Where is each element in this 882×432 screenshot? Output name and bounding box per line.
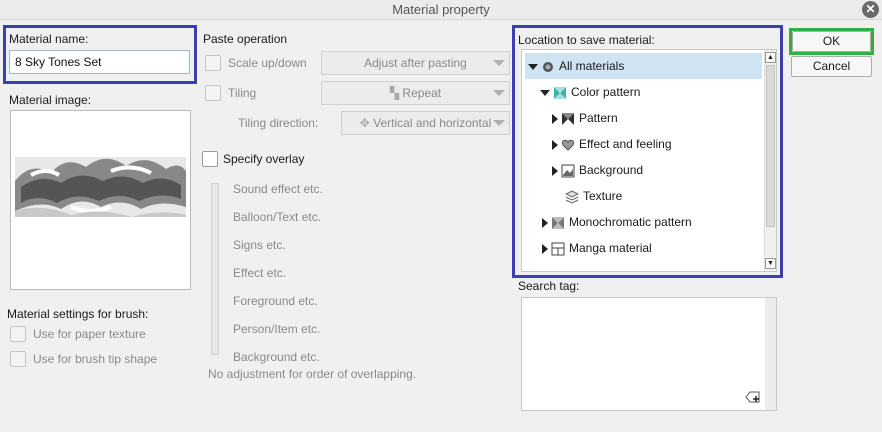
texture-icon: [562, 189, 583, 204]
brush-settings-label: Material settings for brush:: [7, 307, 149, 321]
location-tree[interactable]: All materials Color pattern Pattern Effect …: [521, 49, 777, 272]
add-tag-icon[interactable]: [744, 390, 762, 404]
overlay-item: Sound effect etc.: [233, 182, 323, 196]
expand-down-icon[interactable]: [540, 89, 550, 96]
tiling-direction-dropdown[interactable]: ✥ Vertical and horizontal: [341, 111, 510, 135]
tree-item[interactable]: Monochromatic pattern: [522, 209, 762, 235]
direction-icon: ✥: [359, 116, 374, 130]
scroll-up-button[interactable]: ▲: [765, 52, 776, 63]
expand-down-icon[interactable]: [528, 63, 538, 70]
tree-item-label: Color pattern: [571, 85, 641, 99]
search-tag-label: Search tag:: [518, 279, 580, 293]
tree-item[interactable]: Background: [522, 157, 762, 183]
scale-label: Scale up/down: [228, 56, 307, 70]
overlay-item: Person/Item etc.: [233, 322, 321, 336]
background-icon: [558, 163, 579, 178]
scale-dropdown[interactable]: Adjust after pasting: [321, 51, 510, 75]
scale-checkbox[interactable]: [205, 55, 221, 71]
repeat-icon: ▚: [389, 86, 403, 100]
overlay-slider-track[interactable]: [211, 183, 219, 355]
scroll-thumb[interactable]: [766, 65, 775, 227]
paper-texture-label: Use for paper texture: [33, 327, 146, 341]
tree-item[interactable]: All materials: [525, 53, 762, 79]
material-image-preview: [10, 110, 191, 290]
overlay-item: Effect etc.: [233, 266, 287, 280]
chevron-down-icon: [493, 90, 505, 96]
heart-icon: [558, 137, 579, 151]
paper-texture-checkbox[interactable]: [10, 326, 26, 342]
monochromatic-icon: [548, 215, 569, 229]
chevron-down-icon: [493, 120, 505, 126]
tree-item[interactable]: Color pattern: [522, 79, 762, 105]
tree-item[interactable]: Effect and feeling: [522, 131, 762, 157]
overlay-item: Foreground etc.: [233, 294, 318, 308]
tree-item[interactable]: Manga material: [522, 235, 762, 261]
window-title: Material property: [392, 2, 490, 17]
tiling-direction-label: Tiling direction:: [238, 116, 319, 130]
chevron-down-icon: [493, 60, 505, 66]
material-image-label: Material image:: [9, 93, 92, 107]
scroll-down-button[interactable]: ▼: [765, 258, 776, 269]
material-name-input[interactable]: [9, 50, 190, 74]
close-icon: ✕: [865, 2, 876, 16]
overlay-item: Balloon/Text etc.: [233, 210, 322, 224]
tiling-direction-value: Vertical and horizontal: [373, 116, 492, 130]
tree-item-label: Texture: [583, 189, 623, 203]
brush-tip-checkbox[interactable]: [10, 351, 26, 367]
overlay-item: Signs etc.: [233, 238, 286, 252]
brush-tip-label: Use for brush tip shape: [33, 352, 158, 366]
tree-item-label: Manga material: [569, 241, 652, 255]
tree-item-label: All materials: [559, 59, 625, 73]
tag-scrollbar[interactable]: [765, 298, 776, 410]
all-materials-icon: [538, 59, 559, 73]
overlay-item: Background etc.: [233, 350, 320, 364]
ok-button[interactable]: OK: [792, 31, 871, 52]
specify-overlay-checkbox[interactable]: [202, 151, 218, 167]
specify-overlay-label: Specify overlay: [223, 152, 305, 166]
manga-icon: [548, 241, 569, 256]
search-tag-box[interactable]: [521, 297, 777, 411]
scale-dropdown-value: Adjust after pasting: [364, 56, 467, 70]
pattern-icon: [558, 111, 579, 125]
tree-item[interactable]: Texture: [522, 183, 762, 209]
tiling-label: Tiling: [228, 86, 257, 100]
tree-item-label: Background: [579, 163, 644, 177]
material-name-label: Material name:: [9, 32, 89, 46]
overlay-note: No adjustment for order of overlapping.: [208, 367, 417, 381]
cancel-button[interactable]: Cancel: [791, 56, 872, 77]
tree-item-label: Pattern: [579, 111, 618, 125]
tree-scrollbar[interactable]: ▲ ▼: [764, 50, 776, 271]
paste-operation-label: Paste operation: [203, 32, 288, 46]
tiling-dropdown-value: Repeat: [402, 86, 442, 100]
tree-item[interactable]: Pattern: [522, 105, 762, 131]
tree-item-label: Monochromatic pattern: [569, 215, 692, 229]
sky-tones-thumbnail: [15, 157, 186, 217]
tiling-dropdown[interactable]: ▚ Repeat: [321, 81, 510, 105]
tree-item-label: Effect and feeling: [579, 137, 672, 151]
close-button[interactable]: ✕: [862, 1, 879, 18]
location-label: Location to save material:: [518, 33, 655, 47]
tiling-checkbox[interactable]: [205, 85, 221, 101]
color-pattern-icon: [550, 85, 571, 99]
